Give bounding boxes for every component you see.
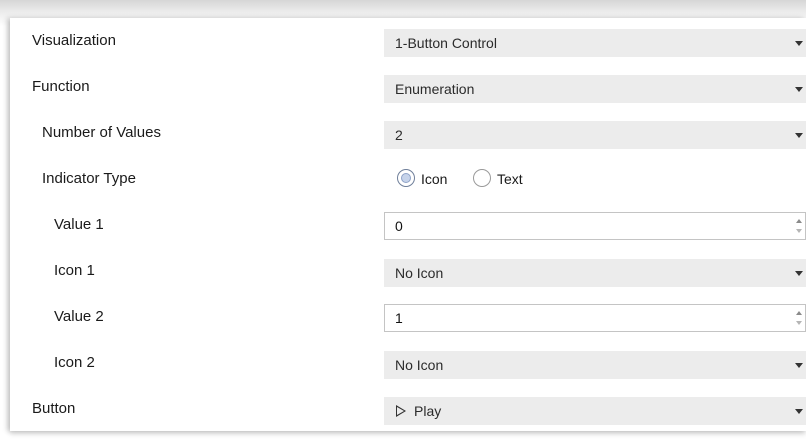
chevron-down-icon [795,363,803,368]
row-value-1: Value 1 0 [10,202,806,248]
indicator-type-label: Indicator Type [42,170,136,187]
button-dropdown[interactable]: Play [384,397,806,425]
chevron-down-icon [795,271,803,276]
row-visualization: Visualization 1-Button Control [10,18,806,64]
window-frame: Visualization 1-Button Control Function … [0,0,806,439]
number-of-values-label: Number of Values [42,124,161,141]
icon-2-dropdown[interactable]: No Icon [384,351,806,379]
value-1-label: Value 1 [54,216,104,233]
visualization-dropdown[interactable]: 1-Button Control [384,29,806,57]
row-icon-2: Icon 2 No Icon [10,340,806,386]
chevron-down-icon [795,409,803,414]
row-indicator-type: Indicator Type Icon Text [10,156,806,202]
number-of-values-value: 2 [395,127,403,143]
value-2-label: Value 2 [54,308,104,325]
radio-selected-icon [397,169,415,187]
function-value: Enumeration [395,81,475,97]
icon-2-value: No Icon [395,357,444,373]
spin-down-icon[interactable] [796,321,802,325]
row-value-2: Value 2 1 [10,294,806,340]
radio-label-text: Text [497,171,523,187]
value-1-spinbox[interactable]: 0 [384,212,806,240]
radio-label-icon: Icon [421,171,448,187]
chevron-down-icon [795,133,803,138]
spin-down-icon[interactable] [796,229,802,233]
spin-up-icon[interactable] [796,311,802,315]
value-2-spinbox[interactable]: 1 [384,304,806,332]
properties-panel: Visualization 1-Button Control Function … [10,18,806,431]
row-number-of-values: Number of Values 2 [10,110,806,156]
function-dropdown[interactable]: Enumeration [384,75,806,103]
icon-2-label: Icon 2 [54,354,95,371]
icon-1-dropdown[interactable]: No Icon [384,259,806,287]
visualization-label: Visualization [32,32,116,49]
chevron-down-icon [795,87,803,92]
visualization-value: 1-Button Control [395,35,497,51]
number-of-values-dropdown[interactable]: 2 [384,121,806,149]
chevron-down-icon [795,41,803,46]
radio-unselected-icon [473,169,491,187]
icon-1-value: No Icon [395,265,444,281]
button-label: Button [32,400,76,417]
value-2-value: 1 [395,310,403,326]
icon-1-label: Icon 1 [54,262,95,279]
play-icon [396,405,406,417]
button-value: Play [414,403,442,419]
value-1-value: 0 [395,218,403,234]
row-button: Button Play [10,386,806,432]
row-function: Function Enumeration [10,64,806,110]
function-label: Function [32,78,90,95]
row-icon-1: Icon 1 No Icon [10,248,806,294]
spin-up-icon[interactable] [796,219,802,223]
